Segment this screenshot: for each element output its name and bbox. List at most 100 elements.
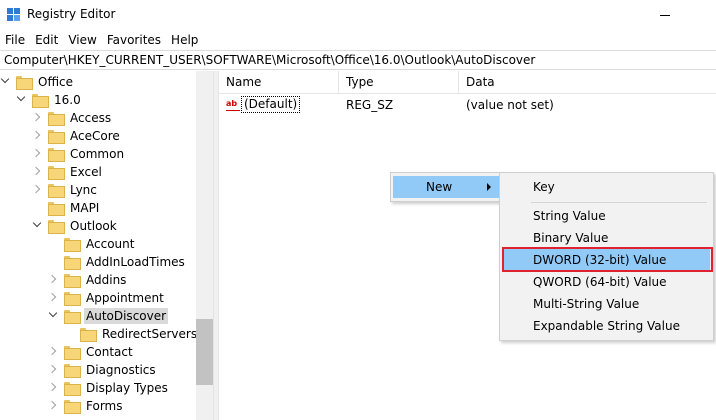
tree-item-label: Appointment [86,291,164,305]
submenu-item-string-value[interactable]: String Value [503,205,710,227]
chevron-right-icon[interactable] [32,145,42,163]
tree-item[interactable]: RedirectServers [64,325,199,343]
folder-icon [64,346,81,360]
value-data: (value not set) [466,98,554,112]
tree-item[interactable]: Appointment [48,289,166,307]
tree-item-label: Excel [70,165,102,179]
tree-item[interactable]: AutoDiscover [48,307,169,325]
submenu-separator [531,202,707,203]
folder-icon [48,202,65,216]
list-header: Name Type Data [219,71,716,94]
chevron-down-icon[interactable] [48,307,58,325]
tree-item[interactable]: Forms [48,397,124,415]
folder-icon [32,94,49,108]
folder-icon [48,112,65,126]
key-tree: Office 16.0 Access AceCore Common Excel Lync MA… [0,71,213,420]
submenu-item-multi-string-value[interactable]: Multi-String Value [503,293,710,315]
tree-item[interactable]: Excel [32,163,104,181]
tree-item[interactable]: 16.0 [16,91,83,109]
folder-icon [64,400,81,414]
address-bar[interactable]: Computer\HKEY_CURRENT_USER\SOFTWARE\Micr… [0,50,716,70]
tree-item-label: AutoDiscover [84,308,169,324]
value-row-default[interactable]: ab (Default) REG_SZ (value not set) [219,96,716,114]
folder-icon [64,310,81,324]
chevron-right-icon[interactable] [48,343,58,361]
folder-icon [64,274,81,288]
minimize-button[interactable] [650,0,690,30]
folder-icon [64,238,81,252]
menu-item-new-label: New [426,180,453,194]
folder-icon [64,292,81,306]
tree-item[interactable]: AddInLoadTimes [48,253,187,271]
folder-icon [48,184,65,198]
tree-item[interactable]: Common [32,145,126,163]
menu-favorites[interactable]: Favorites [102,31,166,49]
tree-scrollbar-thumb[interactable] [196,319,213,385]
submenu-item-key[interactable]: Key [503,176,710,198]
title-bar: Registry Editor [0,0,716,30]
column-data[interactable]: Data [459,71,716,94]
tree-item-label: Access [70,111,112,125]
menu-file[interactable]: File [0,31,30,49]
tree-item-label: RedirectServers [102,327,198,341]
menu-help[interactable]: Help [166,31,203,49]
tree-scrollbar[interactable] [196,71,213,420]
chevron-right-icon[interactable] [32,163,42,181]
tree-item-label: MAPI [70,201,100,215]
chevron-right-icon[interactable] [48,271,58,289]
tree-item-label: Office [38,75,74,89]
chevron-right-icon[interactable] [48,379,58,397]
tree-item[interactable]: AceCore [32,127,122,145]
submenu-item-binary-value[interactable]: Binary Value [503,227,710,249]
value-type: REG_SZ [346,98,394,112]
tree-item-label: 16.0 [54,93,81,107]
chevron-right-icon[interactable] [32,109,42,127]
menu-item-new[interactable]: New [393,176,499,198]
chevron-right-icon[interactable] [32,181,42,199]
column-name[interactable]: Name [219,71,339,94]
column-type[interactable]: Type [339,71,459,94]
tree-item-label: AceCore [70,129,120,143]
tree-item[interactable]: Access [32,109,113,127]
folder-icon [48,166,65,180]
folder-icon [48,148,65,162]
menu-bar: File Edit View Favorites Help [0,31,203,49]
submenu-item-expandable-string-value[interactable]: Expandable String Value [503,315,710,337]
tree-item[interactable]: Addins [48,271,128,289]
menu-view[interactable]: View [63,31,101,49]
submenu-arrow-icon [487,183,491,191]
chevron-down-icon[interactable] [16,91,26,109]
chevron-down-icon[interactable] [32,217,42,235]
chevron-right-icon[interactable] [48,289,58,307]
folder-icon [64,256,81,270]
folder-icon [48,130,65,144]
chevron-down-icon[interactable] [0,73,10,91]
chevron-right-icon[interactable] [48,397,58,415]
tree-item[interactable]: Account [48,235,136,253]
tree-item-label: AddInLoadTimes [86,255,185,269]
tree-item[interactable]: Office [0,73,75,91]
tree-item[interactable]: Diagnostics [48,361,158,379]
submenu-item-qword-value[interactable]: QWORD (64-bit) Value [503,271,710,293]
folder-icon [16,76,33,90]
chevron-right-icon[interactable] [32,127,42,145]
window-title: Registry Editor [27,7,116,21]
tree-item-label: Addins [86,273,127,287]
submenu-item-dword-value[interactable]: DWORD (32-bit) Value [503,249,710,271]
tree-item[interactable]: Lync [32,181,99,199]
context-menu: New [390,172,500,202]
menu-edit[interactable]: Edit [30,31,63,49]
address-path: Computer\HKEY_CURRENT_USER\SOFTWARE\Micr… [4,53,536,67]
tree-item[interactable]: Outlook [32,217,119,235]
chevron-right-icon[interactable] [48,361,58,379]
tree-item-label: Account [86,237,135,251]
folder-icon [64,382,81,396]
tree-item[interactable]: Display Types [48,379,170,397]
tree-item[interactable]: MAPI [32,199,101,217]
tree-item[interactable]: Contact [48,343,135,361]
tree-item-label: Contact [86,345,133,359]
